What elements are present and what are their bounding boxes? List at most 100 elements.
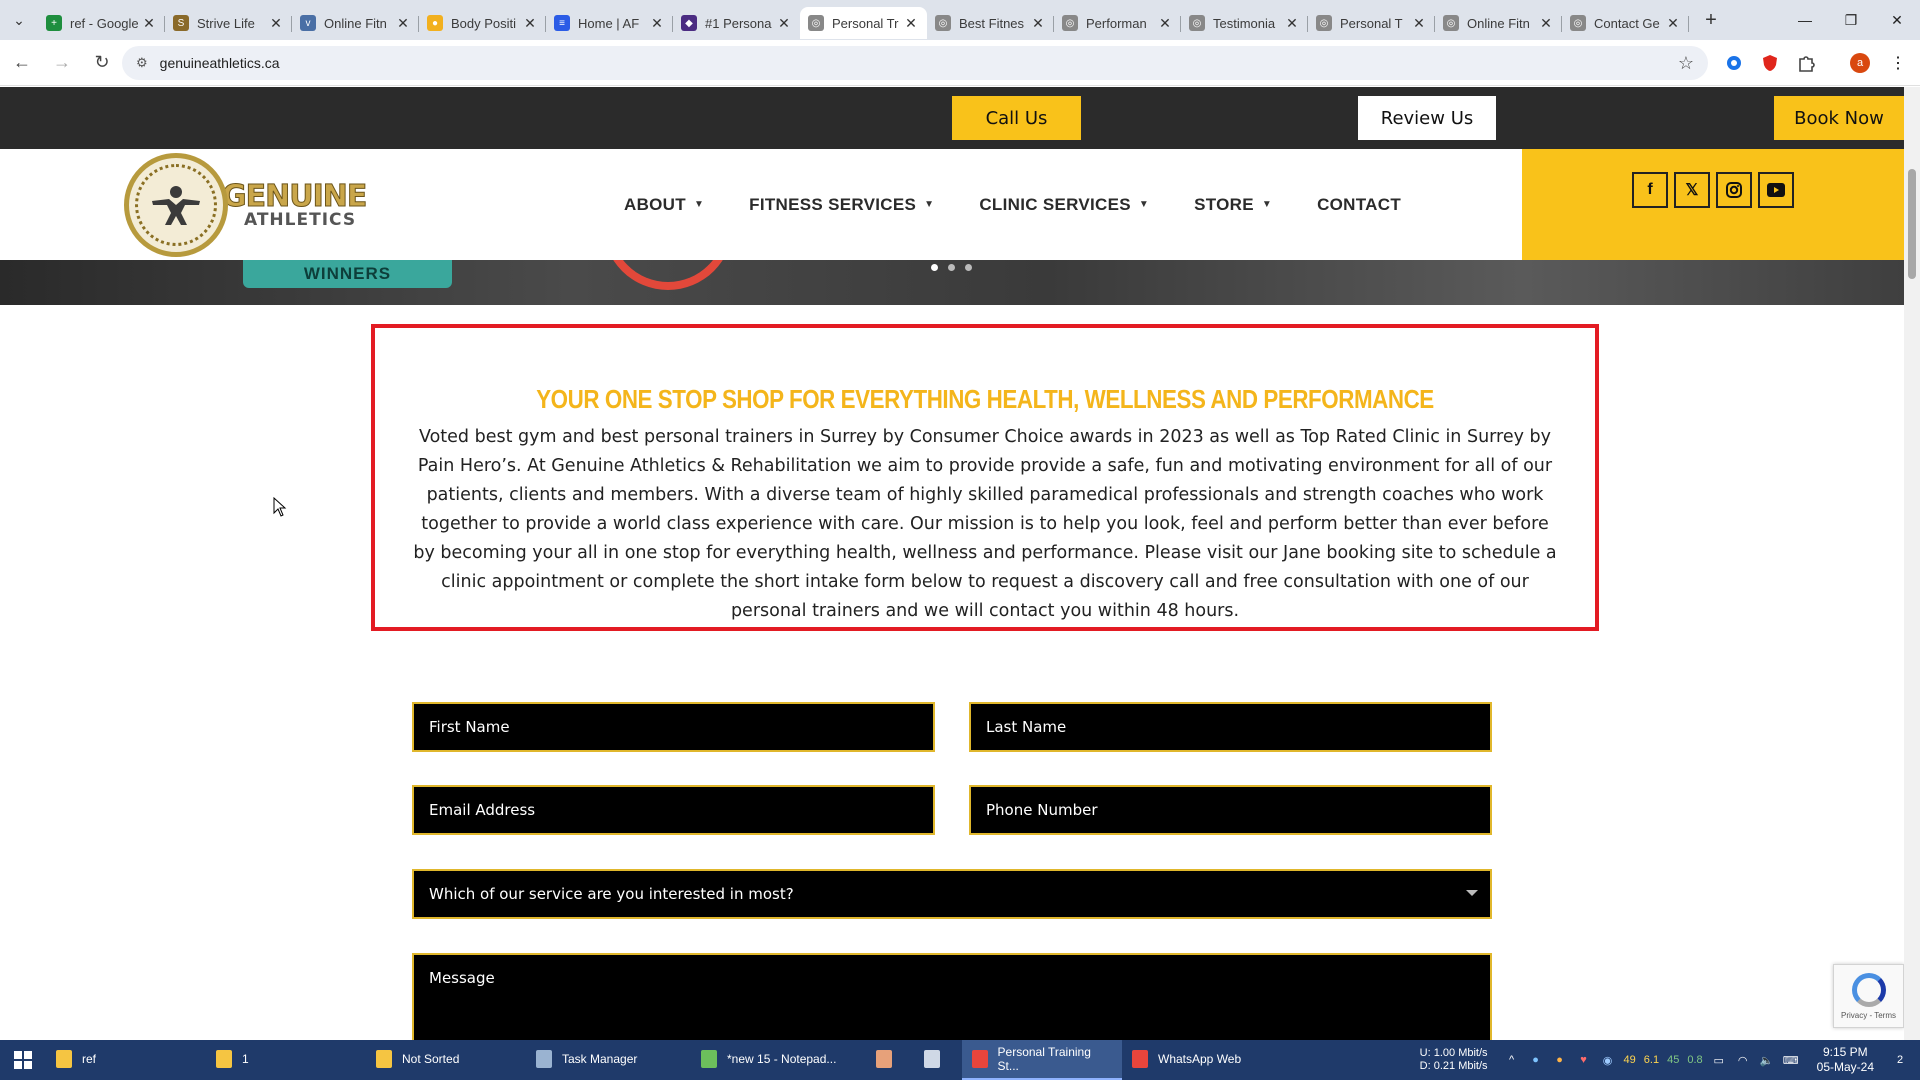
reload-icon[interactable]: ↻ — [84, 45, 120, 81]
windows-start-icon[interactable] — [0, 1040, 46, 1080]
tab-close-icon[interactable]: ✕ — [1538, 15, 1554, 32]
recaptcha-badge[interactable]: Privacy - Terms — [1833, 964, 1904, 1028]
close-window-icon[interactable]: ✕ — [1874, 0, 1920, 40]
tray-app-icon[interactable]: ● — [1552, 1052, 1568, 1068]
shield-extension-icon[interactable] — [1754, 47, 1786, 79]
restore-icon[interactable]: ❐ — [1828, 0, 1874, 40]
slider-dot[interactable] — [931, 264, 938, 271]
service-select[interactable]: Which of our service are you interested … — [412, 869, 1492, 919]
tab-close-icon[interactable]: ✕ — [1284, 15, 1300, 32]
tab-close-icon[interactable]: ✕ — [649, 15, 665, 32]
extension-icon[interactable] — [1718, 47, 1750, 79]
tab-close-icon[interactable]: ✕ — [141, 15, 157, 32]
tab-favicon-icon: ≡ — [554, 15, 570, 31]
taskbar-item[interactable]: Task Manager — [526, 1040, 691, 1080]
first-name-field[interactable]: First Name — [412, 702, 935, 752]
phone-field[interactable]: Phone Number — [969, 785, 1492, 835]
tray-app-icon[interactable]: ◉ — [1600, 1052, 1616, 1068]
tray-number: 45 — [1667, 1054, 1680, 1066]
bookmark-star-icon[interactable]: ☆ — [1678, 53, 1694, 74]
browser-tab[interactable]: ◎ Performan ✕ — [1054, 7, 1181, 39]
taskbar-item[interactable]: Personal Training St... — [962, 1040, 1122, 1080]
browser-tab[interactable]: ◎ Personal T ✕ — [1308, 7, 1435, 39]
tab-close-icon[interactable]: ✕ — [903, 15, 919, 32]
browser-tab[interactable]: ◎ Online Fitn ✕ — [1435, 7, 1562, 39]
chevron-up-icon[interactable]: ^ — [1504, 1052, 1520, 1068]
minimize-icon[interactable]: — — [1782, 0, 1828, 40]
keyboard-icon[interactable]: ⌨ — [1783, 1052, 1799, 1068]
taskbar-item[interactable]: *new 15 - Notepad... — [691, 1040, 866, 1080]
menu-about[interactable]: ABOUT ▼ — [624, 195, 704, 215]
instagram-icon[interactable] — [1716, 172, 1752, 208]
forward-icon[interactable]: → — [44, 45, 80, 81]
scrollbar-thumb[interactable] — [1908, 169, 1916, 279]
browser-tab[interactable]: + ref - Google Sheets✕ — [38, 7, 165, 39]
menu-clinic-services[interactable]: CLINIC SERVICES ▼ — [979, 195, 1149, 215]
youtube-icon[interactable] — [1758, 172, 1794, 208]
notification-icon[interactable]: 2 — [1892, 1052, 1908, 1068]
url-text: genuineathletics.ca — [159, 55, 280, 71]
browser-tab[interactable]: ● Body Positi ✕ — [419, 7, 546, 39]
tab-title: Personal T — [1340, 15, 1403, 31]
browser-menu-icon[interactable]: ⋮ — [1882, 47, 1914, 79]
recaptcha-terms[interactable]: Privacy - Terms — [1841, 1011, 1896, 1020]
site-logo[interactable]: GENUINE ATHLETICS — [124, 151, 384, 259]
taskbar-pinned-app[interactable] — [914, 1040, 962, 1080]
tray-app-icon[interactable]: ♥ — [1576, 1052, 1592, 1068]
volume-icon[interactable]: 🔈 — [1759, 1052, 1775, 1068]
new-tab-button[interactable]: + — [1693, 9, 1729, 32]
email-field[interactable]: Email Address — [412, 785, 935, 835]
browser-tab[interactable]: ◎ Testimonia ✕ — [1181, 7, 1308, 39]
puzzle-extensions-icon[interactable] — [1790, 47, 1822, 79]
facebook-icon[interactable]: f — [1632, 172, 1668, 208]
tab-close-icon[interactable]: ✕ — [1411, 15, 1427, 32]
tray-app-icon[interactable]: ● — [1528, 1052, 1544, 1068]
wifi-icon[interactable]: ◠ — [1735, 1052, 1751, 1068]
browser-tab[interactable]: ◎ Best Fitnes ✕ — [927, 7, 1054, 39]
profile-avatar[interactable]: a — [1844, 47, 1876, 79]
browser-tab[interactable]: ◆ #1 Persona ✕ — [673, 7, 800, 39]
slider-dot[interactable] — [965, 264, 972, 271]
main-navbar: GENUINE ATHLETICS ABOUT ▼ FITNESS SERVICE… — [0, 149, 1904, 260]
tab-close-icon[interactable]: ✕ — [776, 15, 792, 32]
taskbar-pinned-app[interactable] — [866, 1040, 914, 1080]
review-us-button[interactable]: Review Us — [1358, 96, 1496, 140]
menu-fitness-services[interactable]: FITNESS SERVICES ▼ — [749, 195, 934, 215]
browser-tab[interactable]: ◎ Contact Ge ✕ — [1562, 7, 1689, 39]
tab-search-icon[interactable]: ⌄ — [0, 0, 38, 40]
tab-close-icon[interactable]: ✕ — [1665, 15, 1681, 32]
last-name-field[interactable]: Last Name — [969, 702, 1492, 752]
taskbar-item[interactable]: WhatsApp Web — [1122, 1040, 1280, 1080]
page-scrollbar[interactable] — [1904, 87, 1920, 1040]
slider-dot[interactable] — [948, 264, 955, 271]
tray-number: 6.1 — [1643, 1054, 1660, 1066]
address-bar[interactable]: ⚙ genuineathletics.ca ☆ — [122, 46, 1708, 80]
tab-close-icon[interactable]: ✕ — [1157, 15, 1173, 32]
browser-tab[interactable]: v Online Fitn ✕ — [292, 7, 419, 39]
taskbar-item[interactable]: 1 — [206, 1040, 366, 1080]
book-now-button[interactable]: Book Now — [1774, 96, 1904, 140]
tab-close-icon[interactable]: ✕ — [522, 15, 538, 32]
tab-close-icon[interactable]: ✕ — [395, 15, 411, 32]
browser-tab[interactable]: S Strive Life ✕ — [165, 7, 292, 39]
app-icon — [216, 1050, 232, 1068]
browser-tab[interactable]: ◎ Personal Tr ✕ — [800, 7, 927, 39]
battery-icon[interactable]: ▭ — [1711, 1052, 1727, 1068]
tab-close-icon[interactable]: ✕ — [1030, 15, 1046, 32]
taskbar-clock[interactable]: 9:15 PM 05-May-24 — [1817, 1045, 1874, 1075]
tab-favicon-icon: ◆ — [681, 15, 697, 31]
menu-contact[interactable]: CONTACT — [1317, 195, 1401, 215]
back-icon[interactable]: ← — [4, 45, 40, 81]
taskbar-item[interactable]: ref — [46, 1040, 206, 1080]
tab-close-icon[interactable]: ✕ — [268, 15, 284, 32]
taskbar-item-label: Personal Training St... — [997, 1045, 1091, 1073]
page-viewport: Call Us Review Us Book Now GENUINE ATHLE… — [0, 87, 1904, 1040]
taskbar-item[interactable]: Not Sorted — [366, 1040, 526, 1080]
intro-heading: YOUR ONE STOP SHOP FOR EVERYTHING HEALTH… — [536, 384, 1434, 414]
x-icon[interactable]: 𝕏 — [1674, 172, 1710, 208]
call-us-button[interactable]: Call Us — [952, 96, 1081, 140]
menu-store[interactable]: STORE ▼ — [1194, 195, 1272, 215]
browser-tab[interactable]: ≡ Home | AF ✕ — [546, 7, 673, 39]
message-field[interactable]: Message — [412, 953, 1492, 1040]
site-info-icon[interactable]: ⚙ — [136, 55, 148, 71]
